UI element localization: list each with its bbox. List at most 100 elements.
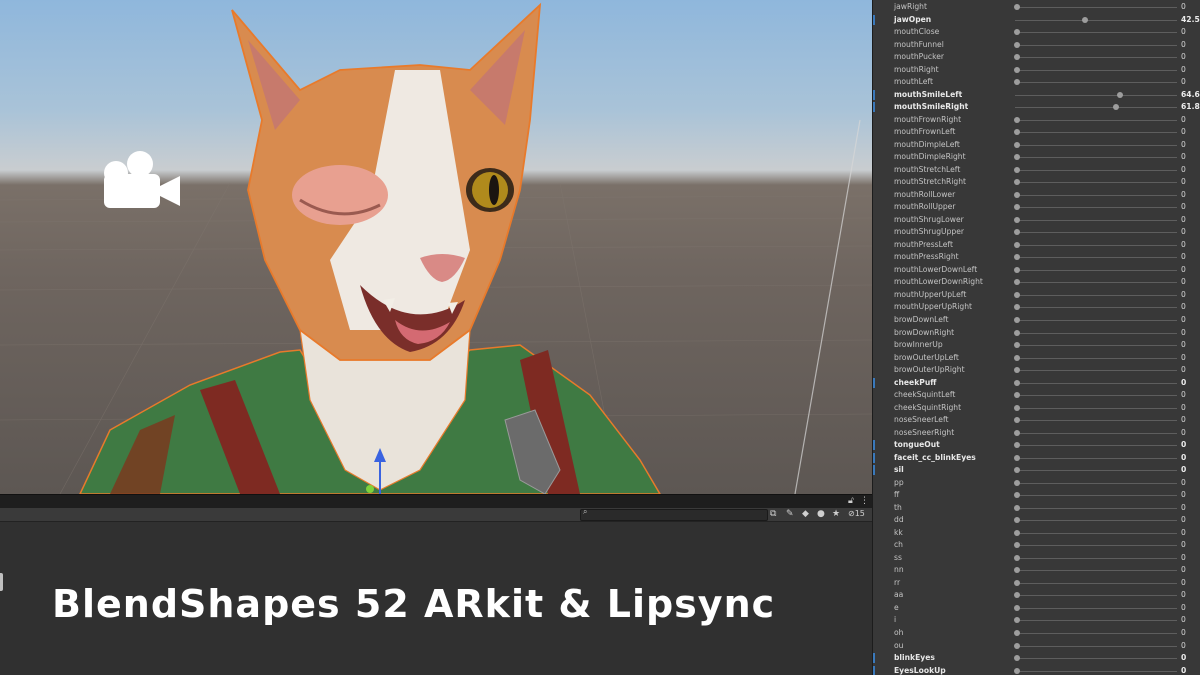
blendshape-value-field[interactable]: 0 — [1181, 439, 1186, 452]
blendshape-value-field[interactable]: 0 — [1181, 339, 1186, 352]
scene-viewport[interactable] — [0, 0, 872, 494]
blendshape-slider-handle[interactable] — [1014, 379, 1020, 386]
blendshape-value-field[interactable]: 0 — [1181, 289, 1186, 302]
blendshape-slider-handle[interactable] — [1014, 129, 1020, 136]
blendshape-slider-handle[interactable] — [1014, 642, 1020, 649]
blendshape-slider-track[interactable] — [1015, 207, 1177, 209]
blendshape-slider-track[interactable] — [1015, 470, 1177, 472]
blendshape-slider-track[interactable] — [1015, 670, 1177, 672]
blendshape-value-field[interactable]: 0 — [1181, 414, 1186, 427]
blendshape-slider-handle[interactable] — [1014, 266, 1020, 273]
blendshape-slider-handle[interactable] — [1014, 116, 1020, 123]
blendshape-value-field[interactable]: 0 — [1181, 1, 1186, 14]
blendshape-value-field[interactable]: 0 — [1181, 327, 1186, 340]
star-icon[interactable]: ★ — [832, 508, 840, 520]
blendshape-slider-track[interactable] — [1015, 557, 1177, 559]
blendshape-slider-handle[interactable] — [1014, 54, 1020, 61]
blendshape-value-field[interactable]: 0 — [1181, 477, 1186, 490]
blendshape-slider-track[interactable] — [1015, 69, 1177, 71]
blendshape-slider-handle[interactable] — [1014, 404, 1020, 411]
blendshape-slider-track[interactable] — [1015, 119, 1177, 121]
blendshape-slider-track[interactable] — [1015, 445, 1177, 447]
blendshape-slider-track[interactable] — [1015, 582, 1177, 584]
blendshape-value-field[interactable]: 0 — [1181, 489, 1186, 502]
blendshape-value-field[interactable]: 0 — [1181, 527, 1186, 540]
blendshape-slider-handle[interactable] — [1014, 630, 1020, 636]
blendshape-slider-track[interactable] — [1015, 482, 1177, 484]
blendshape-slider-track[interactable] — [1015, 633, 1177, 634]
blendshape-slider-track[interactable] — [1015, 94, 1177, 96]
blendshape-slider-track[interactable] — [1015, 395, 1177, 397]
lock-icon[interactable]: 🔓︎ — [848, 495, 854, 507]
blendshape-slider-handle[interactable] — [1014, 279, 1020, 286]
blendshape-slider-handle[interactable] — [1014, 454, 1020, 461]
blendshape-slider-handle[interactable] — [1014, 542, 1020, 549]
blendshape-value-field[interactable]: 0 — [1181, 640, 1186, 653]
blendshape-slider-track[interactable] — [1015, 169, 1177, 171]
blendshape-value-field[interactable]: 0 — [1181, 402, 1186, 415]
blendshape-slider-track[interactable] — [1015, 282, 1177, 284]
blendshape-value-field[interactable]: 0 — [1181, 614, 1186, 627]
blendshape-slider-handle[interactable] — [1014, 579, 1020, 586]
blendshape-slider-track[interactable] — [1015, 532, 1177, 534]
blendshape-value-field[interactable]: 42.5 — [1181, 14, 1200, 27]
blendshape-value-field[interactable]: 0 — [1181, 164, 1186, 177]
blendshape-slider-track[interactable] — [1015, 658, 1177, 660]
blendshape-value-field[interactable]: 0 — [1181, 627, 1186, 640]
blendshape-slider-handle[interactable] — [1014, 291, 1020, 298]
blendshape-slider-handle[interactable] — [1014, 667, 1020, 674]
blendshape-slider-track[interactable] — [1015, 645, 1177, 647]
blendshape-value-field[interactable]: 0 — [1181, 514, 1186, 527]
blendshape-slider-handle[interactable] — [1014, 592, 1020, 599]
blendshape-slider-handle[interactable] — [1014, 204, 1020, 211]
blendshape-slider-handle[interactable] — [1117, 91, 1124, 98]
blendshape-value-field[interactable]: 0 — [1181, 389, 1186, 402]
blendshape-value-field[interactable]: 0 — [1181, 114, 1186, 127]
blendshape-slider-track[interactable] — [1015, 545, 1177, 547]
blendshape-slider-track[interactable] — [1015, 382, 1177, 384]
blendshape-value-field[interactable]: 0 — [1181, 364, 1186, 377]
blendshape-slider-track[interactable] — [1015, 7, 1177, 8]
blendshape-slider-handle[interactable] — [1014, 329, 1020, 336]
blendshape-value-field[interactable]: 0 — [1181, 452, 1186, 465]
blendshape-slider-handle[interactable] — [1014, 655, 1020, 662]
blendshape-slider-track[interactable] — [1015, 132, 1177, 134]
blendshape-slider-handle[interactable] — [1014, 467, 1020, 474]
blendshape-value-field[interactable]: 0 — [1181, 239, 1186, 252]
blendshape-slider-handle[interactable] — [1014, 79, 1020, 86]
blendshape-slider-track[interactable] — [1015, 269, 1177, 271]
blendshape-slider-handle[interactable] — [1014, 504, 1020, 511]
blendshape-slider-track[interactable] — [1015, 607, 1177, 609]
blendshape-value-field[interactable]: 0 — [1181, 26, 1186, 39]
blendshape-value-field[interactable]: 0 — [1181, 139, 1186, 152]
blendshape-slider-handle[interactable] — [1014, 492, 1020, 499]
blendshape-slider-handle[interactable] — [1014, 567, 1020, 574]
blendshape-slider-handle[interactable] — [1014, 342, 1020, 349]
blendshape-value-field[interactable]: 0 — [1181, 377, 1186, 390]
blendshape-slider-handle[interactable] — [1014, 154, 1020, 161]
blendshape-slider-handle[interactable] — [1014, 554, 1020, 561]
blendshape-slider-handle[interactable] — [1014, 4, 1020, 10]
blendshape-value-field[interactable]: 0 — [1181, 176, 1186, 189]
blendshape-value-field[interactable]: 0 — [1181, 539, 1186, 552]
blendshape-slider-track[interactable] — [1015, 57, 1177, 59]
blendshape-slider-track[interactable] — [1015, 219, 1177, 221]
blendshape-slider-handle[interactable] — [1014, 617, 1020, 624]
blendshape-slider-track[interactable] — [1015, 432, 1177, 434]
blendshape-value-field[interactable]: 0 — [1181, 226, 1186, 239]
blendshape-slider-track[interactable] — [1015, 307, 1177, 309]
blendshape-value-field[interactable]: 0 — [1181, 464, 1186, 477]
blendshape-slider-handle[interactable] — [1014, 429, 1020, 436]
blendshape-value-field[interactable]: 0 — [1181, 564, 1186, 577]
blendshape-slider-handle[interactable] — [1014, 479, 1020, 486]
blendshape-slider-track[interactable] — [1015, 194, 1177, 196]
blendshape-value-field[interactable]: 0 — [1181, 214, 1186, 227]
blendshape-value-field[interactable]: 0 — [1181, 502, 1186, 515]
blendshape-slider-handle[interactable] — [1014, 417, 1020, 424]
blendshape-slider-handle[interactable] — [1082, 16, 1088, 23]
blendshape-value-field[interactable]: 0 — [1181, 126, 1186, 139]
blendshape-slider-track[interactable] — [1015, 620, 1177, 622]
blendshape-value-field[interactable]: 0 — [1181, 51, 1186, 64]
blendshape-slider-handle[interactable] — [1014, 317, 1020, 323]
blendshape-value-field[interactable]: 0 — [1181, 314, 1186, 327]
